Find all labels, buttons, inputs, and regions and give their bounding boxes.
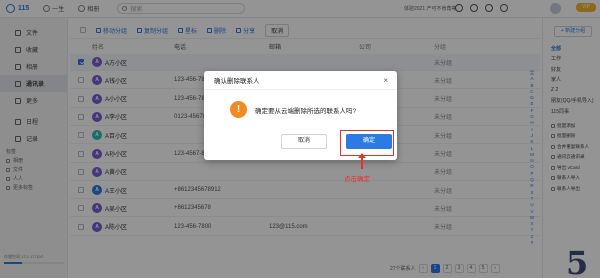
arrow-shaft bbox=[361, 157, 363, 169]
highlight-box bbox=[340, 130, 394, 156]
dialog-message: 确定要从云端删除所选的联系人吗? bbox=[255, 107, 357, 115]
dialog-cancel-button[interactable]: 取消 bbox=[281, 134, 327, 149]
dialog-body: ! 确定要从云端删除所选的联系人吗? bbox=[230, 101, 356, 118]
annotation-text: 点击确定 bbox=[344, 176, 370, 183]
close-icon[interactable]: × bbox=[383, 76, 388, 85]
warning-icon: ! bbox=[230, 101, 247, 118]
dialog-title: 确认删除联系人 bbox=[204, 71, 397, 90]
